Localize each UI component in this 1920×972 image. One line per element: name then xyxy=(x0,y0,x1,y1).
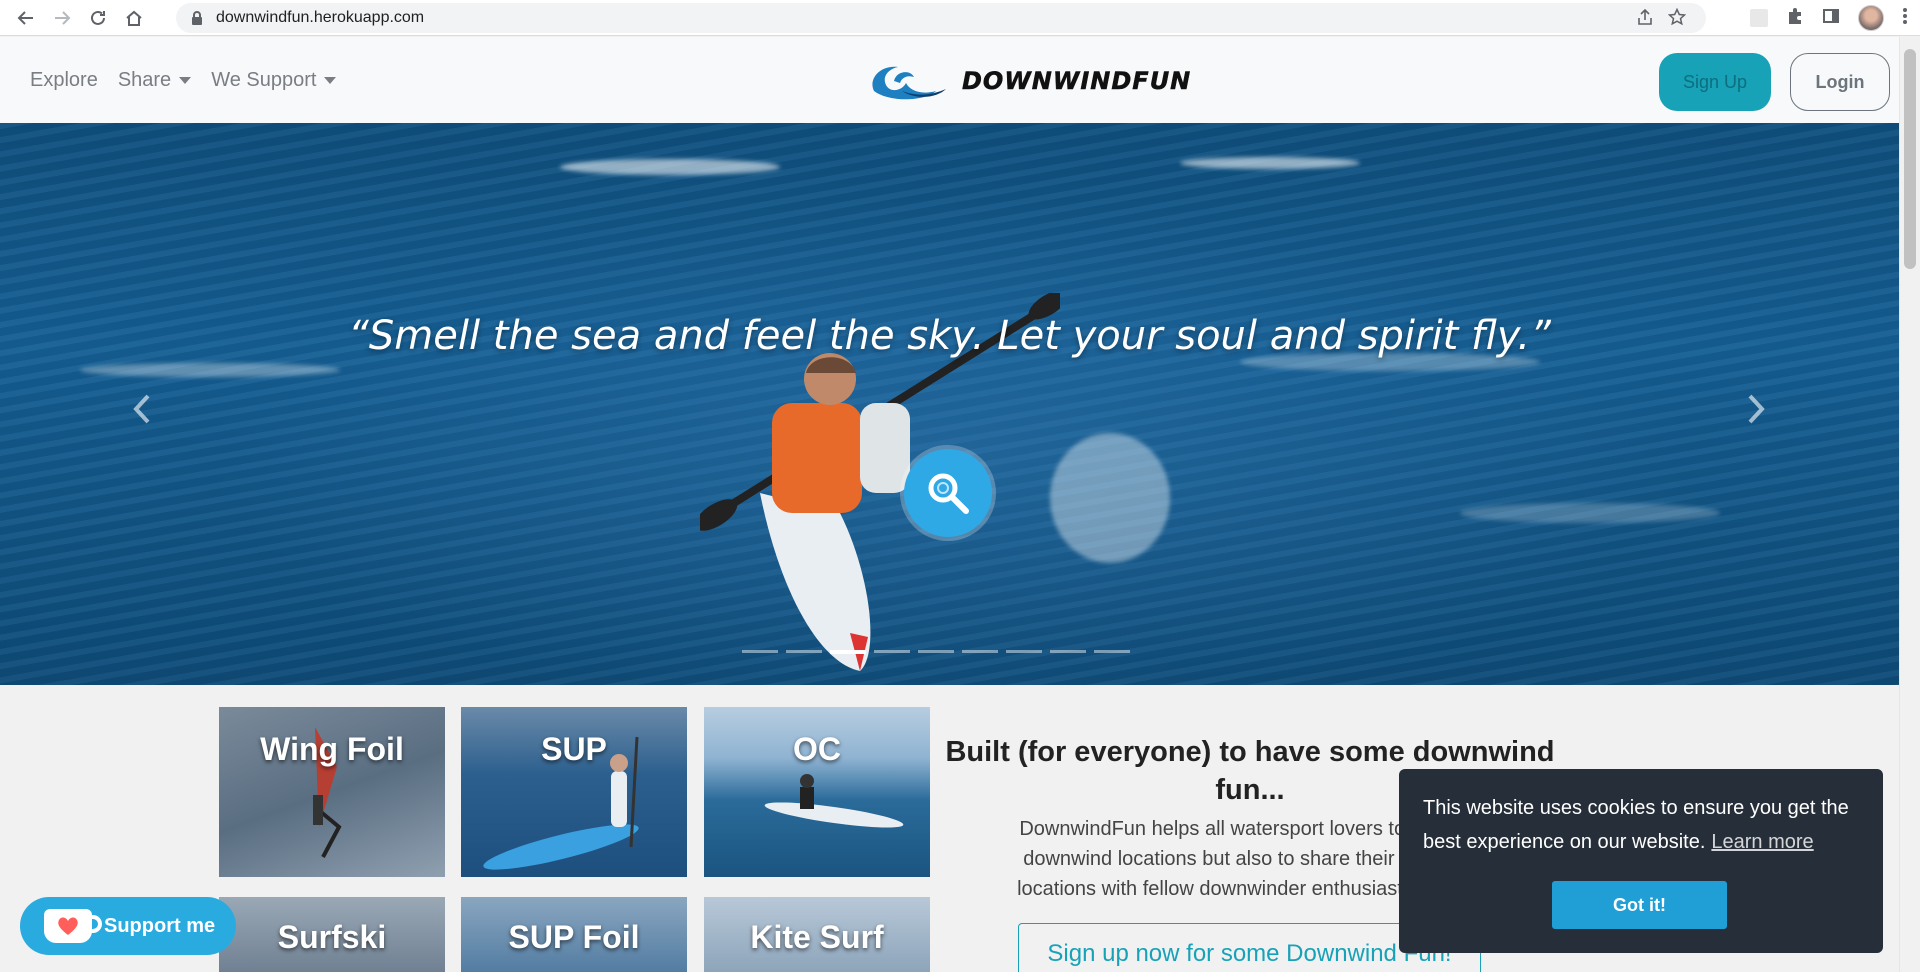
puzzle-icon[interactable] xyxy=(1786,7,1804,30)
wave-highlight xyxy=(1180,157,1360,169)
home-icon[interactable] xyxy=(116,0,152,36)
carousel-indicator[interactable] xyxy=(786,650,822,653)
address-bar[interactable]: downwindfun.herokuapp.com xyxy=(176,3,1706,33)
carousel-indicator[interactable] xyxy=(918,650,954,653)
learn-more-link[interactable]: Learn more xyxy=(1711,831,1813,853)
cookie-message: This website uses cookies to ensure you … xyxy=(1423,791,1859,859)
card-title: OC xyxy=(793,731,841,767)
carousel-next-button[interactable] xyxy=(1736,389,1776,429)
extension-icon[interactable] xyxy=(1750,9,1768,27)
card-title: SUP Foil xyxy=(508,919,640,955)
card-surfski[interactable]: Surfski xyxy=(219,897,445,972)
login-button[interactable]: Login xyxy=(1790,53,1890,111)
wave-highlight xyxy=(1460,503,1720,523)
url-text[interactable]: downwindfun.herokuapp.com xyxy=(216,9,424,27)
nav-we-support-dropdown[interactable]: We Support xyxy=(211,68,337,92)
star-icon[interactable] xyxy=(1667,7,1687,31)
carousel-prev-button[interactable] xyxy=(122,389,162,429)
card-sup-foil[interactable]: SUP Foil xyxy=(461,897,687,972)
brand-name: DOWNWINDFUN xyxy=(962,67,1192,96)
support-me-button[interactable]: Support me xyxy=(20,897,236,955)
hero-carousel: “Smell the sea and feel the sky. Let you… xyxy=(0,123,1899,685)
nav-explore[interactable]: Explore xyxy=(30,69,98,92)
caret-down-icon xyxy=(324,76,337,84)
chevron-right-icon xyxy=(1748,394,1765,424)
coffee-cup-icon xyxy=(44,909,102,943)
card-title: Wing Foil xyxy=(260,731,404,767)
carousel-indicators xyxy=(742,650,1130,654)
card-wing-foil[interactable]: Wing Foil xyxy=(219,707,445,877)
share-icon[interactable] xyxy=(1636,8,1654,31)
nav-we-support-label: We Support xyxy=(211,68,317,91)
forward-icon[interactable] xyxy=(44,0,80,36)
side-panel-icon[interactable] xyxy=(1822,7,1840,30)
card-kite-surf[interactable]: Kite Surf xyxy=(704,897,930,972)
carousel-indicator[interactable] xyxy=(1050,650,1086,653)
magnifier-icon xyxy=(928,473,969,514)
hero-quote: “Smell the sea and feel the sky. Let you… xyxy=(348,313,1551,359)
site-navbar: Explore Share We Support DOWNWINDFUN Sig… xyxy=(0,37,1899,123)
wave-logo-icon xyxy=(872,66,946,100)
carousel-indicator[interactable] xyxy=(742,650,778,653)
back-icon[interactable] xyxy=(8,0,44,36)
wave-highlight xyxy=(560,159,780,175)
wave-highlight xyxy=(80,363,340,377)
cookie-consent-banner: This website uses cookies to ensure you … xyxy=(1399,769,1883,953)
browser-toolbar: downwindfun.herokuapp.com xyxy=(0,0,1920,36)
card-title: Kite Surf xyxy=(750,919,884,955)
search-locations-button[interactable] xyxy=(904,449,992,537)
carousel-indicator[interactable] xyxy=(962,650,998,653)
reload-icon[interactable] xyxy=(80,0,116,36)
card-sup[interactable]: SUP xyxy=(461,707,687,877)
nav-share-label: Share xyxy=(117,68,172,91)
carousel-indicator[interactable] xyxy=(830,650,866,654)
chevron-left-icon xyxy=(133,394,150,424)
support-me-label: Support me xyxy=(104,914,216,937)
card-oc[interactable]: OC xyxy=(704,707,930,877)
cookie-accept-button[interactable]: Got it! xyxy=(1552,881,1727,929)
signup-button[interactable]: Sign Up xyxy=(1659,53,1771,111)
caret-down-icon xyxy=(179,76,192,84)
page-scrollbar[interactable] xyxy=(1899,37,1920,972)
lock-icon[interactable] xyxy=(190,10,204,26)
splash xyxy=(1050,433,1170,563)
card-title: Surfski xyxy=(277,919,387,955)
profile-avatar[interactable] xyxy=(1858,5,1884,31)
menu-dots-icon[interactable] xyxy=(1902,7,1908,30)
carousel-indicator[interactable] xyxy=(1094,650,1130,653)
scroll-thumb[interactable] xyxy=(1904,49,1916,269)
card-title: SUP xyxy=(541,731,607,767)
brand-logo-link[interactable]: DOWNWINDFUN xyxy=(866,61,1191,101)
carousel-indicator[interactable] xyxy=(1006,650,1042,653)
carousel-indicator[interactable] xyxy=(874,650,910,653)
nav-share-dropdown[interactable]: Share xyxy=(117,68,192,92)
